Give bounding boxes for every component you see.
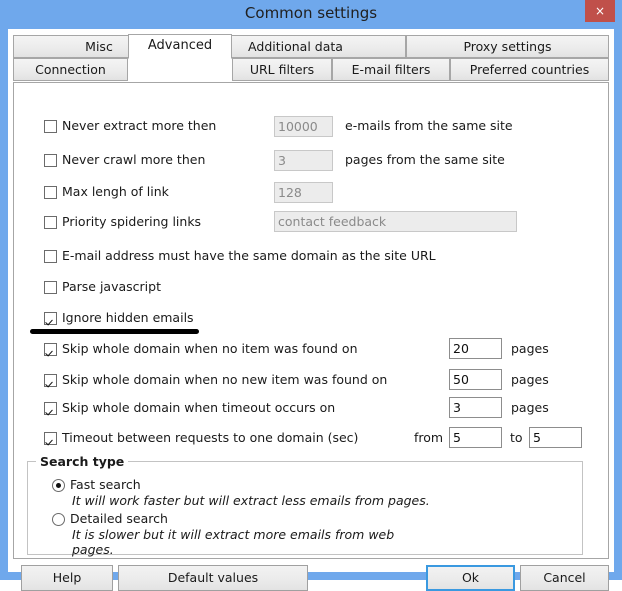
unit-skip-domain-no-new-item: pages	[511, 372, 549, 387]
checkbox-priority-spidering-links[interactable]	[44, 216, 57, 229]
label-fast-search: Fast search	[70, 477, 141, 492]
input-timeout-from[interactable]	[449, 427, 502, 448]
label-skip-domain-no-item: Skip whole domain when no item was found…	[62, 341, 358, 356]
default-values-button[interactable]: Default values	[118, 565, 308, 591]
description-fast-search: It will work faster but will extract les…	[72, 493, 430, 508]
tab-preferred-countries[interactable]: Preferred countries	[450, 58, 609, 81]
window-title: Common settings	[244, 4, 378, 22]
label-max-lengh-of-link: Max lengh of link	[62, 184, 169, 199]
label-parse-javascript: Parse javascript	[62, 279, 161, 294]
checkbox-never-crawl-more-then[interactable]	[44, 154, 57, 167]
tab-advanced[interactable]: Advanced	[128, 34, 232, 59]
label-ignore-hidden-emails: Ignore hidden emails	[62, 310, 194, 325]
cancel-button[interactable]: Cancel	[520, 565, 609, 591]
input-skip-domain-no-item-pages[interactable]	[449, 338, 502, 359]
checkbox-timeout-between-requests[interactable]	[44, 432, 57, 445]
checkbox-skip-domain-no-item[interactable]	[44, 343, 57, 356]
tab-url-filters[interactable]: URL filters	[232, 58, 332, 81]
unit-skip-domain-timeout: pages	[511, 400, 549, 415]
input-never-crawl-more-then[interactable]	[274, 150, 333, 171]
label-skip-domain-timeout: Skip whole domain when timeout occurs on	[62, 400, 336, 415]
input-skip-domain-timeout-pages[interactable]	[449, 397, 502, 418]
annotation-underline	[30, 329, 199, 334]
checkbox-never-extract-more-then[interactable]	[44, 120, 57, 133]
input-max-lengh-of-link[interactable]	[274, 182, 333, 203]
input-timeout-to[interactable]	[529, 427, 582, 448]
advanced-tab-panel: Never extract more then e-mails from the…	[13, 82, 609, 559]
checkbox-parse-javascript[interactable]	[44, 281, 57, 294]
label-never-extract-more-then: Never extract more then	[62, 118, 217, 133]
description-detailed-search: It is slower but it will extract more em…	[72, 527, 395, 557]
label-email-same-domain: E-mail address must have the same domain…	[62, 248, 436, 263]
unit-never-extract-more-then: e-mails from the same site	[345, 118, 513, 133]
tab-connection[interactable]: Connection	[13, 58, 128, 81]
label-timeout-between-requests: Timeout between requests to one domain (…	[62, 430, 359, 445]
input-skip-domain-no-new-item-pages[interactable]	[449, 369, 502, 390]
input-never-extract-more-then[interactable]	[274, 116, 333, 137]
title-bar: Common settings ×	[0, 0, 622, 29]
label-skip-domain-no-new-item: Skip whole domain when no new item was f…	[62, 372, 388, 387]
radio-detailed-search[interactable]	[52, 513, 65, 526]
dialog-client-area: Misc Additional data Proxy settings Conn…	[8, 29, 614, 591]
checkbox-ignore-hidden-emails[interactable]	[44, 312, 57, 325]
tab-strip: Misc Additional data Proxy settings Conn…	[13, 34, 609, 83]
help-button[interactable]: Help	[21, 565, 113, 591]
label-from: from	[414, 430, 444, 445]
checkbox-skip-domain-no-new-item[interactable]	[44, 374, 57, 387]
search-type-title: Search type	[36, 454, 129, 469]
tab-email-filters[interactable]: E-mail filters	[332, 58, 450, 81]
close-icon[interactable]: ×	[585, 0, 615, 22]
checkbox-email-same-domain[interactable]	[44, 250, 57, 263]
label-detailed-search: Detailed search	[70, 511, 168, 526]
tab-proxy-settings[interactable]: Proxy settings	[406, 35, 609, 58]
common-settings-window: Common settings × Misc Additional data P…	[0, 0, 622, 591]
unit-skip-domain-no-item: pages	[511, 341, 549, 356]
input-priority-spidering-links[interactable]	[274, 211, 517, 232]
label-never-crawl-more-then: Never crawl more then	[62, 152, 206, 167]
checkbox-skip-domain-timeout[interactable]	[44, 402, 57, 415]
unit-never-crawl-more-then: pages from the same site	[345, 152, 505, 167]
label-priority-spidering-links: Priority spidering links	[62, 214, 202, 229]
checkbox-max-lengh-of-link[interactable]	[44, 186, 57, 199]
ok-button[interactable]: Ok	[426, 565, 515, 591]
label-to: to	[510, 430, 523, 445]
radio-fast-search[interactable]	[52, 479, 65, 492]
